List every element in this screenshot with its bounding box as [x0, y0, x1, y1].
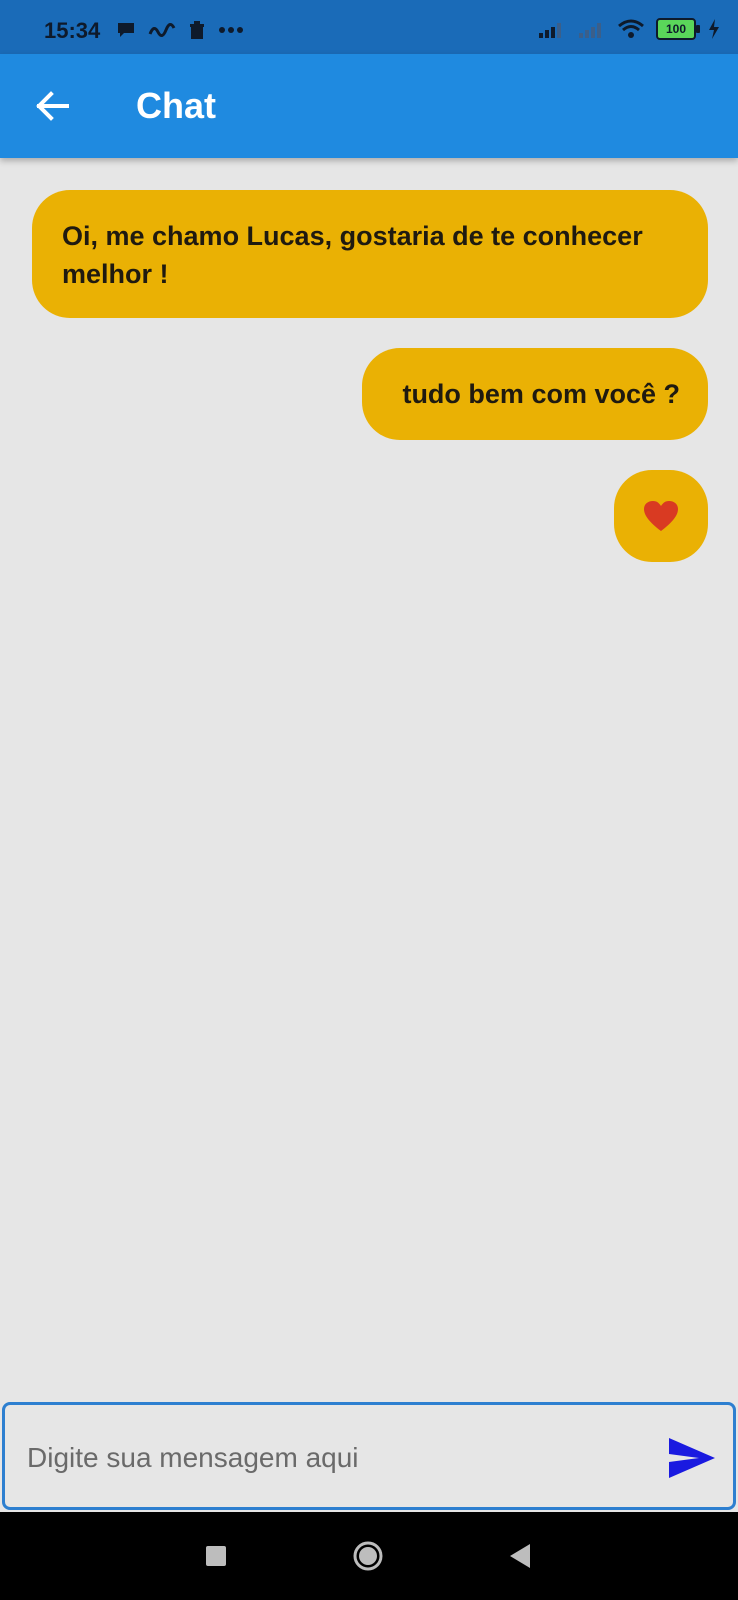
send-icon — [669, 1438, 715, 1478]
app-bar: Chat — [0, 54, 738, 158]
back-icon[interactable] — [508, 1542, 532, 1570]
message-bubble: ❤️ — [614, 470, 708, 562]
charging-icon — [709, 19, 719, 39]
battery-icon: 100 — [656, 18, 700, 40]
page-title: Chat — [136, 85, 216, 126]
message-text: Oi, me chamo Lucas, gostaria de te conhe… — [62, 221, 643, 289]
recents-icon[interactable] — [206, 1546, 226, 1566]
message-composer — [2, 1402, 736, 1510]
more-icon — [219, 27, 243, 33]
message-input[interactable] — [25, 1429, 649, 1487]
back-button[interactable] — [30, 84, 74, 128]
signal-icon — [539, 23, 561, 38]
system-icons: 100 — [538, 18, 720, 40]
arrow-left-icon — [36, 91, 69, 121]
send-button[interactable] — [667, 1435, 717, 1481]
message-bubble: Oi, me chamo Lucas, gostaria de te conhe… — [32, 190, 708, 318]
wifi-icon — [618, 19, 644, 38]
status-bar: 15:34 100 — [0, 0, 738, 54]
status-time: 15:34 — [44, 18, 101, 43]
message-bubble: tudo bem com você ? — [362, 348, 708, 440]
navigation-bar — [0, 1512, 738, 1600]
home-icon[interactable] — [352, 1540, 384, 1572]
trash-icon — [190, 21, 204, 39]
notification-icons — [116, 20, 244, 40]
message-icon — [118, 23, 134, 37]
signal-icon — [579, 23, 601, 38]
message-text: tudo bem com você ? — [402, 379, 680, 409]
heart-icon — [644, 501, 678, 531]
ifood-icon — [148, 23, 176, 37]
